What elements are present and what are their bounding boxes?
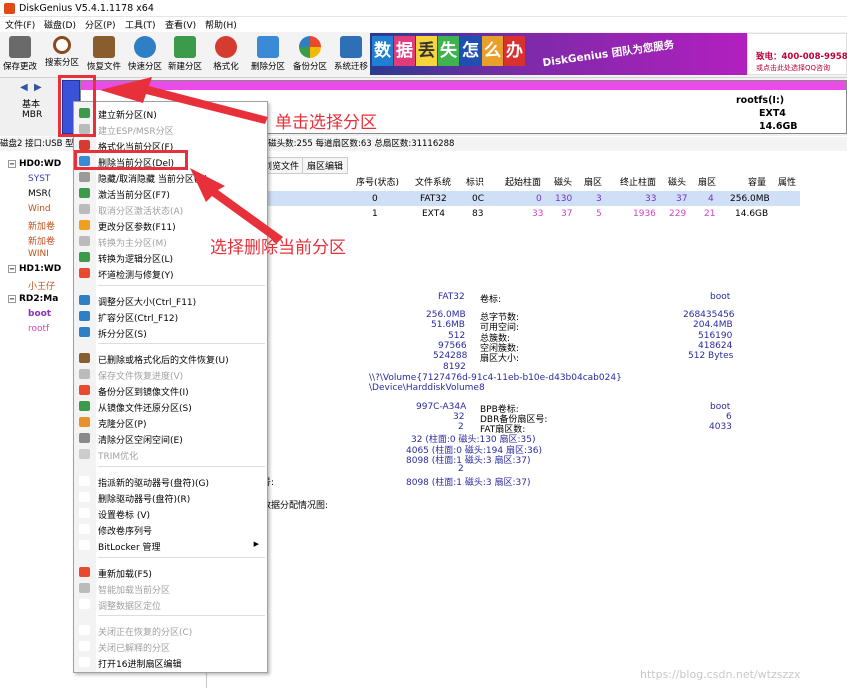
annotation-choose-delete: 选择删除当前分区 (210, 238, 346, 258)
arrow-to-partition-icon (100, 77, 268, 124)
arrow-to-delete-icon (190, 168, 283, 243)
watermark-text: https://blog.csdn.net/wtzszzx (640, 668, 801, 681)
annotation-click-select: 单击选择分区 (275, 113, 377, 133)
annotation-arrows (100, 77, 283, 243)
